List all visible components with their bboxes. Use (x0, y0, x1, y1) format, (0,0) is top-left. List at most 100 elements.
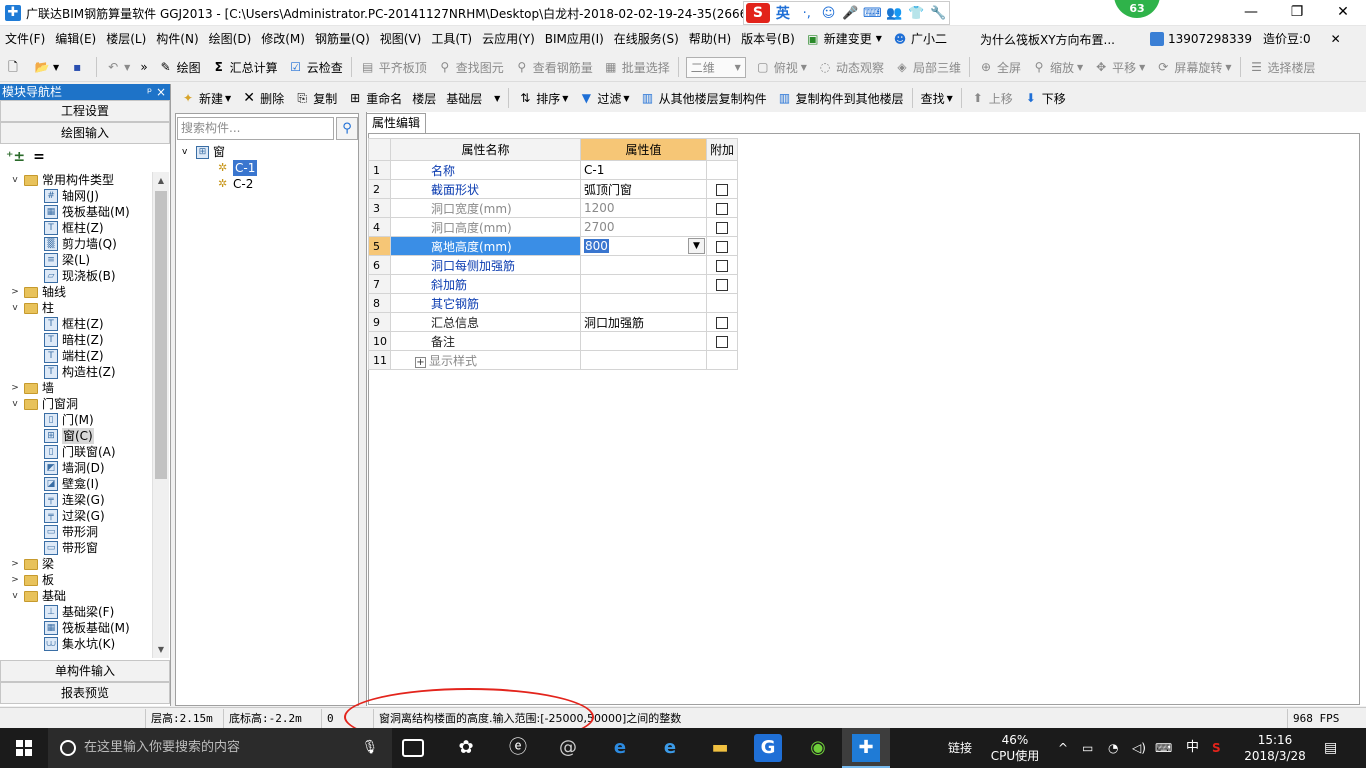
ime-toolbar[interactable]: S 英 ·, ☺ 🎤 ⌨ 👥 👕 🔧 (743, 1, 950, 25)
edge-legacy-icon[interactable]: ⓔ (504, 734, 532, 762)
move-up-button[interactable]: ⬆ 上移 (965, 86, 1018, 110)
find-element-button[interactable]: ⚲ 查找图元 (432, 55, 509, 79)
component-search-input[interactable]: 搜索构件... (177, 117, 334, 140)
property-value-cell[interactable]: 1200 (580, 198, 707, 218)
property-row[interactable]: 2 截面形状 弧顶门窗 (368, 179, 739, 199)
single-input-button[interactable]: 单构件输入 (0, 660, 170, 682)
property-value-cell[interactable]: 800 ▼ (580, 236, 707, 256)
expand-icon[interactable]: + (415, 356, 426, 368)
property-row[interactable]: 11 + 显示样式 (368, 350, 739, 370)
file-explorer-icon[interactable]: ▬ (706, 734, 734, 762)
attach-checkbox[interactable] (716, 221, 728, 234)
filter-button[interactable]: ▼ 过滤 ▼ (573, 86, 634, 110)
attach-checkbox[interactable] (716, 278, 728, 291)
pin-close-icons[interactable]: ᵖ × (147, 84, 170, 100)
local-3d-button[interactable]: ◈ 局部三维 (889, 55, 966, 79)
tree-item[interactable]: ▦ 筏板基础(M) (0, 204, 152, 220)
ime-voice-icon[interactable]: 🎤 (840, 6, 862, 21)
menu-cloud[interactable]: 云应用(Y) (477, 27, 540, 51)
draw-button[interactable]: ✎ 绘图 (153, 55, 206, 79)
property-value-cell[interactable] (580, 331, 707, 351)
ime-keyboard-icon[interactable]: ⌨ (861, 6, 883, 21)
menu-component[interactable]: 构件(N) (151, 27, 203, 51)
ime-user-icon[interactable]: 👥 (883, 6, 905, 21)
tree-item[interactable]: ≡ 梁(L) (0, 252, 152, 268)
move-down-button[interactable]: ⬇ 下移 (1018, 86, 1071, 110)
property-value-cell[interactable] (580, 293, 707, 313)
tree-item[interactable]: ╤ 过梁(G) (0, 508, 152, 524)
tree-item[interactable]: > 墙 (0, 380, 152, 396)
attach-checkbox[interactable] (716, 240, 728, 253)
menu-modify[interactable]: 修改(M) (256, 27, 310, 51)
collapse-icon[interactable]: v (10, 588, 20, 604)
property-row[interactable]: 3 洞口宽度(mm) 1200 (368, 198, 739, 218)
tree-item[interactable]: > 轴线 (0, 284, 152, 300)
tree-item[interactable]: ⊞ 窗(C) (0, 428, 152, 444)
ime-emoji-icon[interactable]: ☺ (818, 6, 840, 21)
component-type-tree[interactable]: v 常用构件类型 # 轴网(J) ▦ 筏板基础(M) T 框柱(Z) ▒ 剪力墙(Q) ≡ 梁(L) ▱… (0, 172, 152, 658)
scroll-up-icon[interactable]: ▲ (153, 172, 169, 189)
minimize-button[interactable]: — (1228, 0, 1274, 26)
component-item[interactable]: ✲ C-1 (182, 160, 352, 176)
attach-checkbox[interactable] (716, 335, 728, 348)
fullscreen-button[interactable]: ⊕ 全屏 (973, 55, 1026, 79)
new-change-button[interactable]: ▣ 新建变更 ▼ (800, 27, 887, 51)
property-row[interactable]: 7 斜加筋 (368, 274, 739, 294)
collapse-icon[interactable]: v (182, 144, 196, 160)
ime-language-toggle[interactable]: 英 (770, 3, 796, 23)
tree-item[interactable]: T 构造柱(Z) (0, 364, 152, 380)
rotate-button[interactable]: ⟳ 屏幕旋转 ▼ (1150, 55, 1236, 79)
menu-bim[interactable]: BIM应用(I) (540, 27, 609, 51)
maximize-button[interactable]: ❐ (1274, 0, 1320, 26)
notification-icon[interactable]: ▤ (1324, 728, 1337, 768)
property-row[interactable]: 10 备注 (368, 331, 739, 351)
property-row[interactable]: 6 洞口每侧加强筋 (368, 255, 739, 275)
tree-item[interactable]: ◪ 壁龛(I) (0, 476, 152, 492)
scroll-down-icon[interactable]: ▼ (153, 641, 169, 658)
component-root[interactable]: v ⊞ 窗 (182, 144, 352, 160)
glodon-g-icon[interactable]: G (754, 734, 782, 762)
spiral-app-icon[interactable]: @ (554, 734, 582, 762)
top-view-button[interactable]: ▢ 俯视 ▼ (750, 55, 812, 79)
floor-select[interactable]: 基础层 ▼ (441, 86, 505, 110)
property-row[interactable]: 5 离地高度(mm) 800 ▼ (368, 236, 739, 256)
ime-mode-label[interactable]: 中 (1186, 728, 1199, 768)
undo-button[interactable]: ↶ ▼ (100, 55, 135, 79)
menu-draw[interactable]: 绘图(D) (204, 27, 257, 51)
tree-item[interactable]: v 常用构件类型 (0, 172, 152, 188)
chevron-down-icon[interactable]: ▼ (688, 238, 705, 254)
tree-item[interactable]: v 门窗洞 (0, 396, 152, 412)
property-row[interactable]: 1 名称 C-1 (368, 160, 739, 180)
property-value-cell[interactable]: C-1 (580, 160, 707, 180)
tree-item[interactable]: ▯ 门联窗(A) (0, 444, 152, 460)
taskbar-search-input[interactable]: 在这里输入你要搜索的内容 🎙 (48, 728, 392, 768)
property-value-cell[interactable] (580, 350, 707, 370)
dynamic-view-button[interactable]: ◌ 动态观察 (812, 55, 889, 79)
property-value-cell[interactable]: 洞口加强筋 (580, 312, 707, 332)
overflow-button[interactable]: » (135, 55, 152, 79)
property-row[interactable]: 9 汇总信息 洞口加强筋 (368, 312, 739, 332)
tree-item[interactable]: # 轴网(J) (0, 188, 152, 204)
copy-to-floor-button[interactable]: ▥ 复制构件到其他楼层 (772, 86, 909, 110)
speed-badge[interactable]: 63 (1114, 0, 1160, 18)
battery-icon[interactable]: ▭ (1082, 728, 1093, 768)
sogou-tray-icon[interactable]: S (1212, 728, 1221, 768)
pinwheel-app-icon[interactable]: ✿ (452, 734, 480, 762)
question-link[interactable]: 为什么筏板XY方向布置... (980, 31, 1130, 48)
ime-skin-icon[interactable]: 👕 (905, 6, 927, 21)
tree-item[interactable]: > 板 (0, 572, 152, 588)
volume-icon[interactable]: ◁) (1132, 728, 1146, 768)
tray-link-label[interactable]: 链接 (948, 728, 972, 768)
tree-item[interactable]: T 端柱(Z) (0, 348, 152, 364)
report-preview-button[interactable]: 报表预览 (0, 682, 170, 704)
copy-from-floor-button[interactable]: ▥ 从其他楼层复制构件 (635, 86, 772, 110)
scroll-thumb[interactable] (155, 191, 167, 479)
start-button[interactable] (0, 728, 48, 768)
property-value-cell[interactable]: 2700 (580, 217, 707, 237)
expand-all-icon[interactable]: ⁺± (6, 149, 25, 165)
collapse-icon[interactable]: v (10, 300, 20, 316)
component-item[interactable]: ✲ C-2 (182, 176, 352, 192)
menu-floor[interactable]: 楼层(L) (101, 27, 151, 51)
tree-item[interactable]: ▯ 门(M) (0, 412, 152, 428)
attach-checkbox[interactable] (716, 183, 728, 196)
